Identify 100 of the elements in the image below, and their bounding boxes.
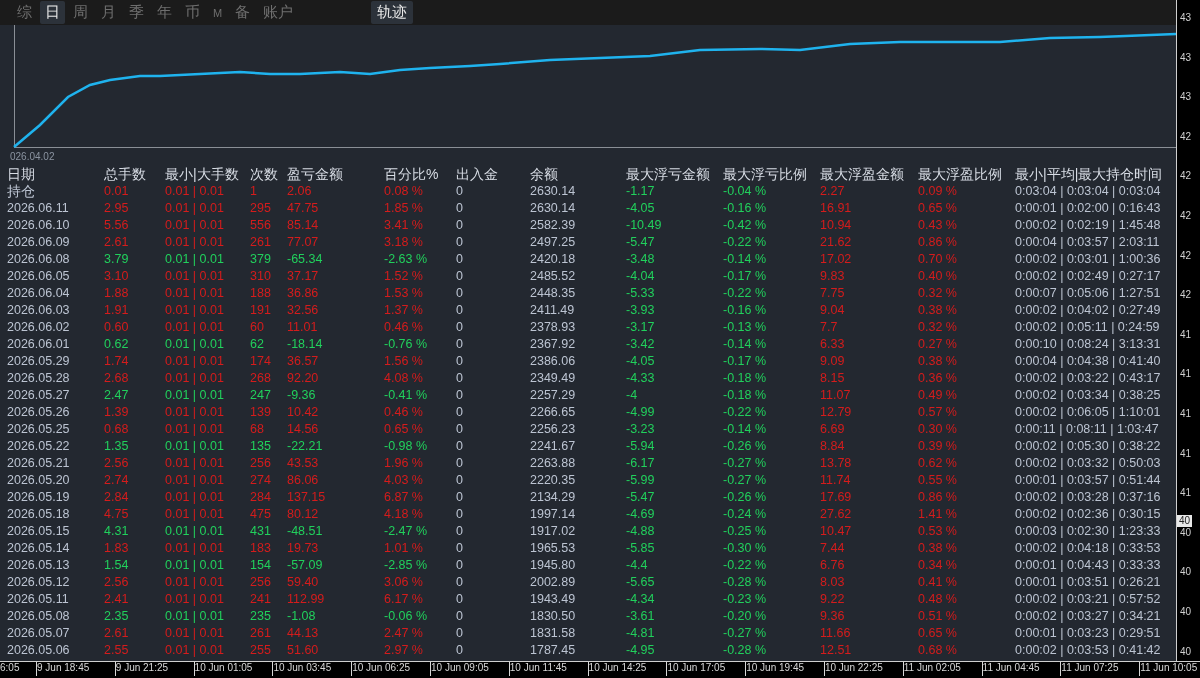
table-cell-text: 2.47 % [384, 624, 424, 641]
table-cell-text: 0.46 % [384, 403, 424, 420]
price-label: 40 [1180, 566, 1192, 579]
period-tab[interactable]: 币 [180, 1, 205, 24]
table-cell-text: 256 [250, 454, 272, 471]
table-cell-text: 持仓 [7, 182, 36, 199]
table-cell-text: -3.23 [626, 420, 656, 437]
table-cell-text: -0.17 % [723, 352, 768, 369]
table-cell-text: 3.10 [104, 267, 130, 284]
table-cell-text: 2026.06.05 [7, 267, 71, 284]
price-label: 40 [1180, 645, 1192, 658]
table-cell-text: 7.44 [820, 539, 846, 556]
table-cell-text: 0:00:04 | 0:04:38 | 0:41:40 [1015, 352, 1162, 369]
table-cell-text: 0.41 % [918, 573, 958, 590]
time-label: 10 Jun 09:05 [431, 664, 490, 673]
table-cell-text: 80.12 [287, 505, 320, 522]
table-cell-text: -0.98 % [384, 437, 429, 454]
price-label: 41 [1180, 447, 1192, 460]
table-cell-text: 0.01 | 0.01 [165, 454, 225, 471]
table-cell-text: 0.39 % [918, 437, 958, 454]
table-cell-text: 0.65 % [918, 199, 958, 216]
table-cell-text: 2026.05.20 [7, 471, 71, 488]
table-cell-text: 0.55 % [918, 471, 958, 488]
period-tab[interactable]: 综 [12, 1, 37, 24]
table-cell-text: 1.91 [104, 301, 130, 318]
table-cell-text: 1.54 [104, 556, 130, 573]
table-cell-text: 8.03 [820, 573, 846, 590]
table-cell-text: 85.14 [287, 216, 320, 233]
table-cell-text: 0:00:03 | 0:02:30 | 1:23:33 [1015, 522, 1162, 539]
table-cell-text: 47.75 [287, 199, 320, 216]
table-cell-text: 0.68 [104, 420, 130, 437]
table-cell-text: 36.57 [287, 352, 320, 369]
table-cell-text: 2497.25 [530, 233, 577, 250]
table-cell-text: 7.7 [820, 318, 839, 335]
table-cell-text: -0.26 % [723, 488, 768, 505]
table-cell-text: 3.41 % [384, 216, 424, 233]
table-cell-text: 13.78 [820, 454, 853, 471]
table-cell-text: 2257.29 [530, 386, 577, 403]
table-cell-text: 183 [250, 539, 272, 556]
table-cell-text: 0.01 | 0.01 [165, 607, 225, 624]
table-cell-text: 1.41 % [918, 505, 958, 522]
table-cell-text: -0.14 % [723, 250, 768, 267]
time-label: 11 Jun 10:05 [1140, 664, 1199, 673]
table-cell-text: 10.42 [287, 403, 320, 420]
table-cell-text: 14.56 [287, 420, 320, 437]
table-cell-text: 0 [456, 607, 464, 624]
table-cell-text: 0.01 | 0.01 [165, 318, 225, 335]
table-cell-text: -5.85 [626, 539, 656, 556]
table-cell-text: 0.01 | 0.01 [165, 590, 225, 607]
time-label: 10 Jun 11:45 [509, 664, 568, 673]
table-cell-text: 0.01 | 0.01 [165, 641, 225, 658]
table-cell-text: 0:00:01 | 0:03:23 | 0:29:51 [1015, 624, 1162, 641]
table-cell-text: -2.47 % [384, 522, 429, 539]
table-cell-text: 1787.45 [530, 641, 577, 658]
table-cell-text: 36.86 [287, 284, 320, 301]
table-cell-text: 431 [250, 522, 272, 539]
table-cell-text: -4.95 [626, 641, 656, 658]
table-cell-text: 0 [456, 335, 464, 352]
period-tab[interactable]: 周 [68, 1, 93, 24]
table-cell-text: 0:00:02 | 0:04:18 | 0:33:53 [1015, 539, 1162, 556]
table-cell-text: 0.49 % [918, 386, 958, 403]
table-cell-text: 0:00:02 | 0:03:01 | 1:00:36 [1015, 250, 1162, 267]
table-cell-text: 0.08 % [384, 182, 424, 199]
period-tab[interactable]: 账户 [258, 1, 299, 24]
table-cell-text: -0.22 % [723, 556, 768, 573]
table-cell-text: 4.03 % [384, 471, 424, 488]
table-cell-text: 174 [250, 352, 272, 369]
table-cell-text: -65.34 [287, 250, 324, 267]
table-cell-text: 0:00:02 | 0:06:05 | 1:10:01 [1015, 403, 1162, 420]
table-cell-text: 2.55 [104, 641, 130, 658]
period-tab[interactable]: M [208, 4, 228, 21]
period-tab[interactable]: 月 [96, 1, 121, 24]
price-label: 42 [1180, 249, 1192, 262]
table-cell-text: 274 [250, 471, 272, 488]
table-cell-text: 1997.14 [530, 505, 577, 522]
table-cell-text: 2.56 [104, 573, 130, 590]
table-cell-text: 1 [250, 182, 258, 199]
table-cell-text: 2026.06.11 [7, 199, 70, 216]
table-cell-text: -6.17 [626, 454, 656, 471]
table-cell-text: 0.68 % [918, 641, 958, 658]
time-label: 11 Jun 07:25 [1061, 664, 1120, 673]
period-tab[interactable]: 日 [40, 1, 65, 24]
period-tab[interactable]: 年 [152, 1, 177, 24]
table-cell-text: 261 [250, 233, 272, 250]
column-header: 最小|大手数 [165, 165, 240, 182]
period-tab[interactable]: 季 [124, 1, 149, 24]
table-cell-text: 0.01 | 0.01 [165, 369, 225, 386]
table-cell-text: 4.18 % [384, 505, 424, 522]
table-cell-text: 60 [250, 318, 265, 335]
table-cell-text: 2.95 [104, 199, 130, 216]
price-label: 42 [1180, 210, 1192, 222]
table-cell-text: -5.65 [626, 573, 656, 590]
table-cell-text: 17.69 [820, 488, 853, 505]
table-cell-text: 0 [456, 369, 464, 386]
table-cell-text: -0.41 % [384, 386, 429, 403]
trail-button[interactable]: 轨迹 [371, 1, 414, 24]
table-cell-text: 0.01 | 0.01 [165, 573, 225, 590]
table-cell-text: 0.38 % [918, 539, 958, 556]
table-cell-text: 2.41 [104, 590, 130, 607]
period-tab[interactable]: 备 [230, 1, 256, 24]
